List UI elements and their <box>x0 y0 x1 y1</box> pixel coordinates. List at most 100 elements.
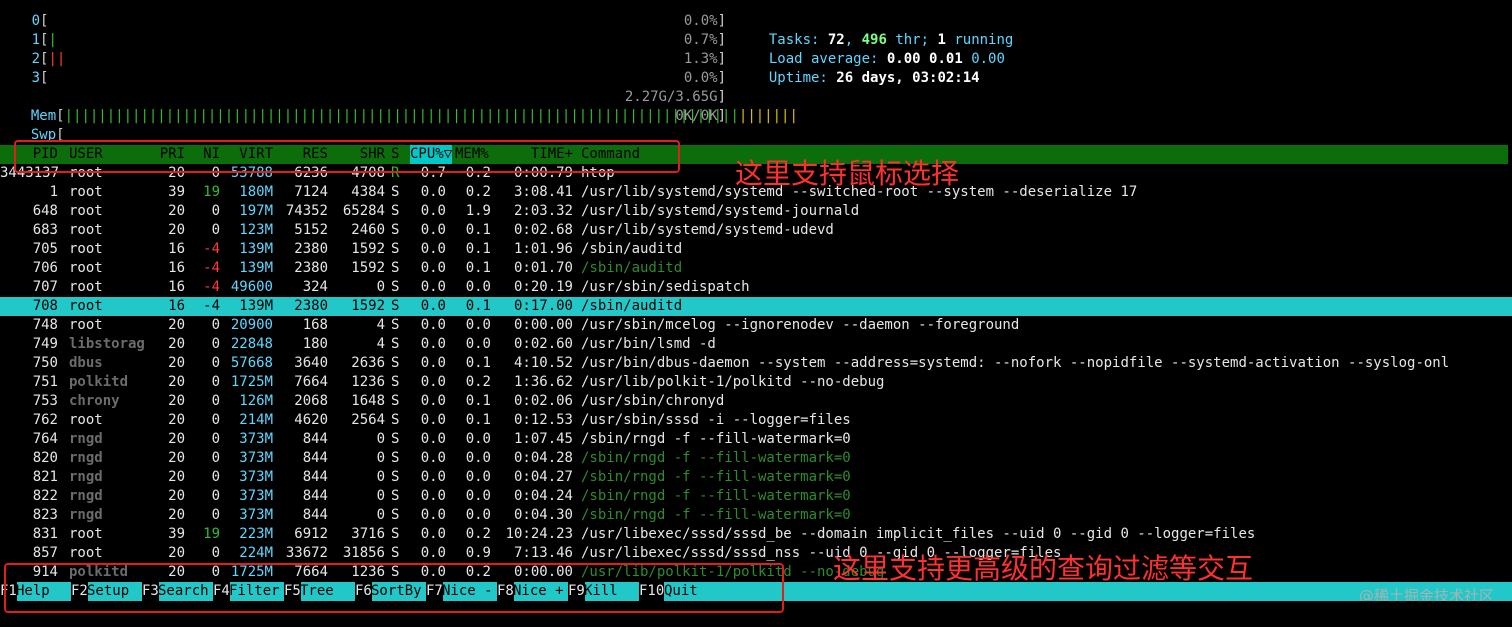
cell-pri: 20 <box>168 545 185 561</box>
cell-mem: 0.0 <box>465 450 491 466</box>
cell-virt: 123M <box>239 222 273 238</box>
table-row[interactable]: 705 root 16 -4 139M 2380 1592 S 0.0 0.1 1:01.96/sb… <box>0 240 1512 259</box>
table-row[interactable]: 831 root 39 19 223M 6912 3716 S 0.0 0.2 10:24.23/u… <box>0 525 1512 544</box>
cell-s: S <box>391 450 400 466</box>
cell-virt: 197M <box>239 203 273 219</box>
cell-cpu: 0.0 <box>420 241 446 257</box>
cell-mem: 0.1 <box>465 298 491 314</box>
cell-pri: 20 <box>168 393 185 409</box>
cell-shr: 1592 <box>351 298 385 314</box>
cell-mem: 0.2 <box>465 184 491 200</box>
cell-user: root <box>69 241 103 257</box>
cell-cmd: /usr/sbin/sssd -i --logger=files <box>581 412 851 428</box>
cell-pri: 20 <box>168 317 185 333</box>
cell-shr: 0 <box>376 450 385 466</box>
cell-mem: 0.0 <box>465 469 491 485</box>
cell-time: 0:12.53 <box>513 412 573 428</box>
cell-cpu: 0.0 <box>420 431 446 447</box>
header-highlight-box <box>14 140 680 173</box>
cell-user: libstorag <box>69 336 145 352</box>
cell-cpu: 0.0 <box>420 355 446 371</box>
cell-mem: 0.0 <box>465 279 491 295</box>
cell-virt: 214M <box>239 412 273 428</box>
cell-res: 844 <box>302 507 328 523</box>
table-row[interactable]: 749 libstorag 20 0 22848 180 4 S 0.0 0.0 0:02.60/u… <box>0 335 1512 354</box>
cell-cmd: /usr/lib/systemd/systemd --switched-root… <box>581 184 1138 200</box>
cell-time: 1:36.62 <box>513 374 573 390</box>
cell-ni: 0 <box>211 222 220 238</box>
cell-user: rngd <box>69 450 103 466</box>
cpu-label: 3 <box>31 70 40 86</box>
cell-ni: 0 <box>211 488 220 504</box>
cell-pri: 20 <box>168 222 185 238</box>
cpu-label: 0 <box>31 13 40 29</box>
table-row[interactable]: 648 root 20 0 197M 74352 65284 S 0.0 1.9 2:03.32/u… <box>0 202 1512 221</box>
table-row[interactable]: 762 root 20 0 214M 4620 2564 S 0.0 0.1 0:12.53/usr… <box>0 411 1512 430</box>
cell-ni: 0 <box>211 412 220 428</box>
cell-virt: 22848 <box>230 336 273 352</box>
cell-time: 0:04.28 <box>513 450 573 466</box>
table-row[interactable]: 683 root 20 0 123M 5152 2460 S 0.0 0.1 0:02.68/usr… <box>0 221 1512 240</box>
cell-ni: 0 <box>211 469 220 485</box>
cell-cpu: 0.0 <box>420 184 446 200</box>
cell-res: 6912 <box>294 526 328 542</box>
cell-user: rngd <box>69 488 103 504</box>
table-row[interactable]: 707 root 16 -4 49600 324 0 S 0.0 0.0 0:20.19/usr/s… <box>0 278 1512 297</box>
cell-res: 2068 <box>294 393 328 409</box>
cell-pri: 16 <box>168 241 185 257</box>
cell-user: root <box>69 184 103 200</box>
cell-user: chrony <box>69 393 120 409</box>
cell-pid: 823 <box>32 507 58 523</box>
table-row[interactable]: 706 root 16 -4 139M 2380 1592 S 0.0 0.1 0:01.70/sb… <box>0 259 1512 278</box>
cell-s: S <box>391 222 400 238</box>
table-row[interactable]: 753 chrony 20 0 126M 2068 1648 S 0.0 0.1 0:02.06/u… <box>0 392 1512 411</box>
cell-time: 0:01.70 <box>513 260 573 276</box>
cell-virt: 139M <box>239 241 273 257</box>
cell-mem: 0.2 <box>465 526 491 542</box>
cell-cpu: 0.0 <box>420 526 446 542</box>
cell-mem: 0.0 <box>465 431 491 447</box>
cell-res: 844 <box>302 431 328 447</box>
table-row[interactable]: 764 rngd 20 0 373M 844 0 S 0.0 0.0 1:07.45/sbin/rn… <box>0 430 1512 449</box>
table-row[interactable]: 748 root 20 0 20900 168 4 S 0.0 0.0 0:00.00/usr/sb… <box>0 316 1512 335</box>
cell-pid: 749 <box>32 336 58 352</box>
table-row[interactable]: 750 dbus 20 0 57668 3640 2636 S 0.0 0.1 4:10.52/us… <box>0 354 1512 373</box>
cell-ni: 19 <box>203 184 220 200</box>
cpu-meter: 1[| 0.7%] <box>14 31 726 50</box>
cell-ni: -4 <box>203 298 220 314</box>
table-row[interactable]: 857 root 20 0 224M 33672 31856 S 0.0 0.9 7:13.46/u… <box>0 544 1512 563</box>
cell-s: S <box>391 545 400 561</box>
table-row[interactable]: 822 rngd 20 0 373M 844 0 S 0.0 0.0 0:04.24/sbin/rn… <box>0 487 1512 506</box>
cell-ni: -4 <box>203 241 220 257</box>
cell-cmd: /usr/lib/polkit-1/polkitd --no-debug <box>581 374 885 390</box>
cell-pri: 20 <box>168 507 185 523</box>
cell-cpu: 0.0 <box>420 412 446 428</box>
cell-ni: 0 <box>211 374 220 390</box>
cell-user: root <box>69 260 103 276</box>
col-command[interactable]: Command <box>581 145 1512 164</box>
cpu-value: 0.0% <box>683 13 718 29</box>
cell-pid: 822 <box>32 488 58 504</box>
cell-mem: 0.1 <box>465 412 491 428</box>
table-row[interactable]: 823 rngd 20 0 373M 844 0 S 0.0 0.0 0:04.30/sbin/rn… <box>0 506 1512 525</box>
cell-time: 0:02.68 <box>513 222 573 238</box>
cell-res: 180 <box>302 336 328 352</box>
cell-user: root <box>69 222 103 238</box>
cell-res: 4620 <box>294 412 328 428</box>
table-row[interactable]: 820 rngd 20 0 373M 844 0 S 0.0 0.0 0:04.28/sbin/rn… <box>0 449 1512 468</box>
cell-virt: 139M <box>239 298 273 314</box>
table-row[interactable]: 821 rngd 20 0 373M 844 0 S 0.0 0.0 0:04.27/sbin/rn… <box>0 468 1512 487</box>
table-row-selected[interactable]: 708 root 16 -4 139M 2380 1592 S 0.0 0.1 0:17.00/sb… <box>0 297 1512 316</box>
cell-time: 3:08.41 <box>513 184 573 200</box>
cell-s: S <box>391 431 400 447</box>
cell-pid: 748 <box>32 317 58 333</box>
cell-pri: 16 <box>168 298 185 314</box>
cell-pid: 706 <box>32 260 58 276</box>
cell-virt: 373M <box>239 450 273 466</box>
cell-s: S <box>391 298 400 314</box>
cell-shr: 4 <box>376 336 385 352</box>
load-average-line: Load average: 0.00 0.01 0.00 <box>768 51 1005 67</box>
cell-shr: 1592 <box>351 260 385 276</box>
table-row[interactable]: 751 polkitd 20 0 1725M 7664 1236 S 0.0 0.2 1:36.62… <box>0 373 1512 392</box>
cell-time: 1:07.45 <box>513 431 573 447</box>
